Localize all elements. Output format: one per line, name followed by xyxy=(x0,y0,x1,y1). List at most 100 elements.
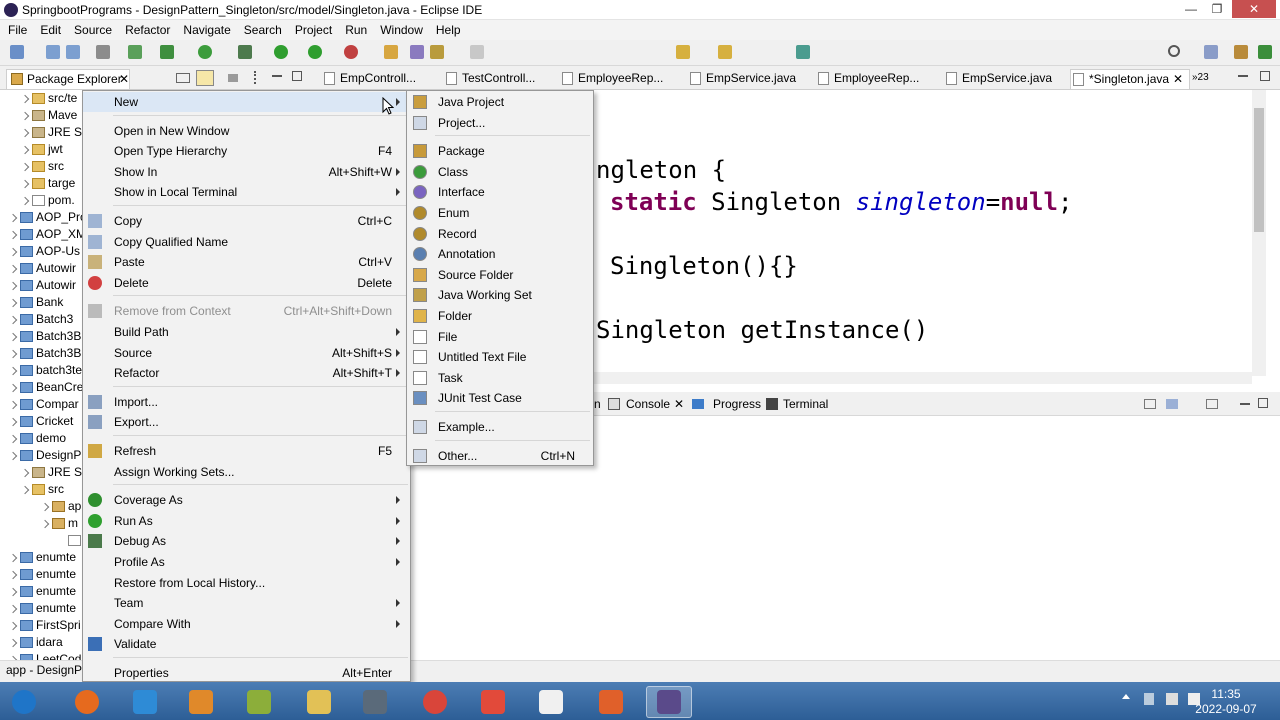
taskbar-internet-explorer-icon[interactable] xyxy=(122,686,168,718)
new-item-package[interactable]: Package xyxy=(407,141,593,161)
edit-icon[interactable] xyxy=(430,45,444,59)
new-item-java-working-set[interactable]: Java Working Set xyxy=(407,285,593,305)
expand-icon[interactable] xyxy=(8,281,18,291)
taskbar-xampp-icon[interactable] xyxy=(528,686,574,718)
new-item-other[interactable]: Other... Ctrl+N xyxy=(407,446,593,466)
tab-emp-service[interactable]: EmpService.java xyxy=(688,69,796,89)
new-item-task[interactable]: Task xyxy=(407,368,593,388)
menu-item-export[interactable]: Export... xyxy=(83,412,410,432)
new-item-enum[interactable]: Enum xyxy=(407,203,593,223)
link-editor-icon[interactable] xyxy=(196,70,214,86)
spring-perspective-icon[interactable] xyxy=(1258,45,1272,59)
new-item-junit-test-case[interactable]: JUnit Test Case xyxy=(407,388,593,408)
expand-icon[interactable] xyxy=(8,604,18,614)
open-perspective-icon[interactable] xyxy=(1204,45,1218,59)
taskbar-start-icon[interactable] xyxy=(4,686,44,718)
close-button[interactable]: ✕ xyxy=(1232,0,1276,18)
menu-item-copy[interactable]: Copy Ctrl+C xyxy=(83,211,410,231)
expand-icon[interactable] xyxy=(8,621,18,631)
minimize-view-icon[interactable] xyxy=(1240,403,1250,405)
expand-icon[interactable] xyxy=(20,94,30,104)
debug-icon[interactable] xyxy=(238,45,252,59)
new-item-file[interactable]: File xyxy=(407,327,593,347)
expand-icon[interactable] xyxy=(40,519,50,529)
menu-item-open-in-new-window[interactable]: Open in New Window xyxy=(83,121,410,141)
maximize-button[interactable]: ❐ xyxy=(1204,0,1230,18)
boot-icon[interactable] xyxy=(198,45,212,59)
new-item-java-project[interactable]: Java Project xyxy=(407,92,593,112)
minimize-button[interactable]: — xyxy=(1178,0,1204,18)
expand-icon[interactable] xyxy=(20,468,30,478)
menu-project[interactable]: Project xyxy=(287,20,337,37)
collapse-all-icon[interactable] xyxy=(176,73,190,83)
forward-icon[interactable] xyxy=(718,45,732,59)
menu-search[interactable]: Search xyxy=(236,20,287,37)
tab-emp-controller[interactable]: EmpControll... xyxy=(322,69,416,89)
expand-icon[interactable] xyxy=(20,111,30,121)
menu-item-profile-as[interactable]: Profile As xyxy=(83,552,410,572)
expand-icon[interactable] xyxy=(8,587,18,597)
search-icon[interactable] xyxy=(1168,45,1180,57)
menu-item-copy-qualified-name[interactable]: Copy Qualified Name xyxy=(83,232,410,252)
menu-item-properties[interactable]: Properties Alt+Enter xyxy=(83,663,410,683)
expand-icon[interactable] xyxy=(8,553,18,563)
tab-partial[interactable]: n xyxy=(594,397,601,411)
editor-horizontal-scrollbar[interactable] xyxy=(594,372,1252,384)
run-icon[interactable] xyxy=(274,45,288,59)
menu-item-debug-as[interactable]: Debug As xyxy=(83,531,410,551)
close-icon[interactable]: ✕ xyxy=(119,70,129,88)
menu-refactor[interactable]: Refactor xyxy=(117,20,175,37)
expand-icon[interactable] xyxy=(8,417,18,427)
expand-icon[interactable] xyxy=(8,570,18,580)
menu-run[interactable]: Run xyxy=(337,20,372,37)
expand-icon[interactable] xyxy=(20,128,30,138)
taskbar-file-explorer-icon[interactable] xyxy=(296,686,342,718)
expand-icon[interactable] xyxy=(8,230,18,240)
network-icon[interactable] xyxy=(1166,693,1178,705)
filter-icon[interactable] xyxy=(228,74,238,82)
menu-navigate[interactable]: Navigate xyxy=(175,20,235,37)
menu-source[interactable]: Source xyxy=(66,20,117,37)
close-icon[interactable]: ✕ xyxy=(674,397,684,411)
expand-icon[interactable] xyxy=(8,315,18,325)
menu-item-restore-from-local-history[interactable]: Restore from Local History... xyxy=(83,573,410,593)
new-item-record[interactable]: Record xyxy=(407,224,593,244)
tab-terminal[interactable]: Terminal xyxy=(783,397,828,411)
menu-item-open-type-hierarchy[interactable]: Open Type Hierarchy F4 xyxy=(83,141,410,161)
expand-icon[interactable] xyxy=(8,451,18,461)
tab-singleton[interactable]: *Singleton.java ✕ xyxy=(1070,69,1190,89)
taskbar-clock[interactable]: 11:35 2022-09-07 xyxy=(1186,687,1266,717)
new-item-annotation[interactable]: Annotation xyxy=(407,244,593,264)
expand-icon[interactable] xyxy=(8,298,18,308)
expand-icon[interactable] xyxy=(8,366,18,376)
new-item-interface[interactable]: Interface xyxy=(407,182,593,202)
expand-icon[interactable] xyxy=(20,179,30,189)
search-toolbar-icon[interactable] xyxy=(410,45,424,59)
expand-icon[interactable] xyxy=(20,196,30,206)
menu-item-assign-working-sets[interactable]: Assign Working Sets... xyxy=(83,462,410,482)
expand-icon[interactable] xyxy=(8,247,18,257)
new-item-example[interactable]: Example... xyxy=(407,417,593,437)
menu-item-team[interactable]: Team xyxy=(83,593,410,613)
menu-help[interactable]: Help xyxy=(428,20,466,37)
tab-employee-repository-2[interactable]: EmployeeRep... xyxy=(816,69,919,89)
expand-icon[interactable] xyxy=(8,264,18,274)
expand-icon[interactable] xyxy=(8,332,18,342)
expand-icon[interactable] xyxy=(40,502,50,512)
view-menu-icon[interactable] xyxy=(254,71,258,84)
pin-editor-icon[interactable] xyxy=(796,45,810,59)
maximize-view-icon[interactable] xyxy=(292,71,302,81)
editor-scroll-thumb[interactable] xyxy=(1254,108,1264,232)
taskbar-chrome-icon[interactable] xyxy=(412,686,458,718)
tab-emp-service-2[interactable]: EmpService.java xyxy=(944,69,1052,89)
external-tools-icon[interactable] xyxy=(344,45,358,59)
menu-item-new[interactable]: New xyxy=(83,92,410,112)
expand-icon[interactable] xyxy=(8,434,18,444)
new-item-untitled-text-file[interactable]: Untitled Text File xyxy=(407,347,593,367)
menu-item-build-path[interactable]: Build Path xyxy=(83,322,410,342)
taskbar-media-player-icon[interactable] xyxy=(178,686,224,718)
expand-icon[interactable] xyxy=(20,162,30,172)
taskbar-eclipse-icon[interactable] xyxy=(646,686,692,718)
taskbar-firefox-icon[interactable] xyxy=(64,686,110,718)
run-external-icon[interactable] xyxy=(308,45,322,59)
